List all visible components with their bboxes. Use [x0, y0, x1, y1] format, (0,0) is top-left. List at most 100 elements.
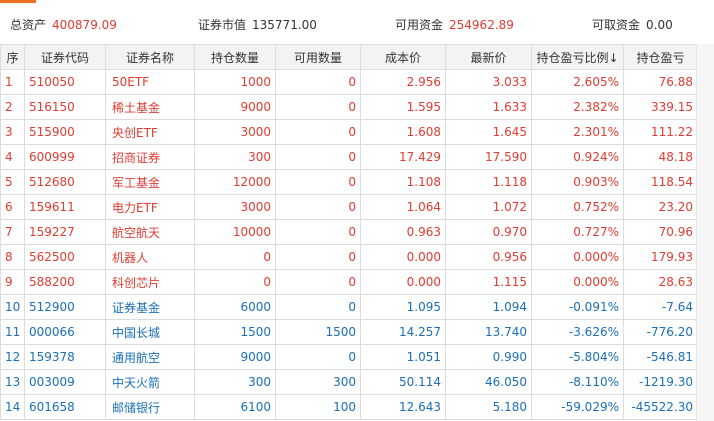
cell-pnl-ratio: 2.301%: [531, 119, 624, 145]
cell-pnl-ratio: 0.000%: [531, 244, 624, 270]
table-row[interactable]: 3 515900 央创ETF 3000 0 1.608 1.645 2.301% 111.22: [0, 119, 698, 145]
cell-index: 9: [0, 269, 25, 295]
cell-quantity: 300: [194, 144, 276, 170]
column-header-available[interactable]: 可用数量: [275, 44, 361, 70]
cell-code: 562500: [24, 244, 106, 270]
cell-quantity: 3000: [194, 194, 276, 220]
cell-pnl: -7.64: [623, 294, 698, 320]
cell-name: 证券基金: [105, 294, 195, 320]
cell-pnl-ratio: -59.029%: [531, 394, 624, 420]
column-header-quantity[interactable]: 持仓数量: [194, 44, 276, 70]
cell-available: 0: [275, 269, 361, 295]
cell-quantity: 0: [194, 244, 276, 270]
cell-quantity: 1500: [194, 319, 276, 345]
table-row[interactable]: 9 588200 科创芯片 0 0 0.000 1.115 0.000% 28.63: [0, 269, 698, 295]
cell-pnl-ratio: -5.804%: [531, 344, 624, 370]
cell-price: 17.590: [445, 144, 532, 170]
column-header-name[interactable]: 证券名称: [105, 44, 195, 70]
cell-available: 0: [275, 344, 361, 370]
cell-name: 招商证券: [105, 144, 195, 170]
cell-name: 通用航空: [105, 344, 195, 370]
cell-name: 航空航天: [105, 219, 195, 245]
cell-pnl: 70.96: [623, 219, 698, 245]
column-header-code[interactable]: 证券代码: [24, 44, 106, 70]
cell-code: 512900: [24, 294, 106, 320]
table-row[interactable]: 6 159611 电力ETF 3000 0 1.064 1.072 0.752% 23.20: [0, 194, 698, 220]
cell-cost: 1.095: [360, 294, 446, 320]
total-assets-value: 400879.09: [52, 18, 117, 32]
cell-price: 46.050: [445, 369, 532, 395]
table-row[interactable]: 5 512680 军工基金 12000 0 1.108 1.118 0.903% 118.54: [0, 169, 698, 195]
table-row[interactable]: 12 159378 通用航空 9000 0 1.051 0.990 -5.804% -546.8…: [0, 344, 698, 370]
cell-quantity: 10000: [194, 219, 276, 245]
cell-pnl: 76.88: [623, 69, 698, 95]
cell-quantity: 9000: [194, 94, 276, 120]
table-row[interactable]: 1 510050 50ETF 1000 0 2.956 3.033 2.605% 76.88: [0, 69, 698, 95]
table-row[interactable]: 10 512900 证券基金 6000 0 1.095 1.094 -0.091% -7.64: [0, 294, 698, 320]
withdrawable-value: 0.00: [646, 18, 673, 32]
column-header-pnl[interactable]: 持仓盈亏: [623, 44, 698, 70]
market-value-label: 证券市值: [198, 18, 247, 32]
cell-available: 0: [275, 194, 361, 220]
cell-pnl: 118.54: [623, 169, 698, 195]
column-header-price[interactable]: 最新价: [445, 44, 532, 70]
vertical-scrollbar[interactable]: [696, 44, 714, 421]
cell-pnl-ratio: -3.626%: [531, 319, 624, 345]
cell-pnl: 179.93: [623, 244, 698, 270]
total-assets-label: 总资产: [10, 18, 47, 32]
column-header-cost[interactable]: 成本价: [360, 44, 446, 70]
positions-table: 序 证券代码 证券名称 持仓数量 可用数量 成本价 最新价 持仓盈亏比例↓ 持仓…: [0, 44, 698, 420]
cell-name: 军工基金: [105, 169, 195, 195]
cell-index: 6: [0, 194, 25, 220]
table-row[interactable]: 4 600999 招商证券 300 0 17.429 17.590 0.924% 48.18: [0, 144, 698, 170]
table-row[interactable]: 11 000066 中国长城 1500 1500 14.257 13.740 -3.626% -…: [0, 319, 698, 345]
cell-price: 3.033: [445, 69, 532, 95]
cell-code: 159378: [24, 344, 106, 370]
cell-index: 11: [0, 319, 25, 345]
available-funds: 可用资金 254962.89: [395, 16, 514, 33]
cell-quantity: 0: [194, 269, 276, 295]
cell-index: 10: [0, 294, 25, 320]
cell-pnl-ratio: -0.091%: [531, 294, 624, 320]
cell-cost: 50.114: [360, 369, 446, 395]
table-row[interactable]: 7 159227 航空航天 10000 0 0.963 0.970 0.727% 70.96: [0, 219, 698, 245]
positions-table-container: 序 证券代码 证券名称 持仓数量 可用数量 成本价 最新价 持仓盈亏比例↓ 持仓…: [0, 44, 714, 421]
cell-available: 300: [275, 369, 361, 395]
cell-price: 1.645: [445, 119, 532, 145]
cell-price: 1.094: [445, 294, 532, 320]
table-row[interactable]: 8 562500 机器人 0 0 0.000 0.956 0.000% 179.93: [0, 244, 698, 270]
cell-code: 516150: [24, 94, 106, 120]
cell-index: 14: [0, 394, 25, 420]
cell-name: 机器人: [105, 244, 195, 270]
cell-price: 0.956: [445, 244, 532, 270]
column-header-index[interactable]: 序: [0, 44, 25, 70]
cell-index: 7: [0, 219, 25, 245]
cell-pnl: -1219.30: [623, 369, 698, 395]
cell-available: 0: [275, 169, 361, 195]
cell-pnl-ratio: 0.000%: [531, 269, 624, 295]
cell-code: 601658: [24, 394, 106, 420]
cell-cost: 12.643: [360, 394, 446, 420]
cell-pnl-ratio: 0.903%: [531, 169, 624, 195]
cell-pnl: 48.18: [623, 144, 698, 170]
cell-code: 512680: [24, 169, 106, 195]
cell-available: 0: [275, 244, 361, 270]
table-row[interactable]: 2 516150 稀土基金 9000 0 1.595 1.633 2.382% 339.15: [0, 94, 698, 120]
cell-available: 100: [275, 394, 361, 420]
cell-quantity: 9000: [194, 344, 276, 370]
table-row[interactable]: 13 003009 中天火箭 300 300 50.114 46.050 -8.110% -12…: [0, 369, 698, 395]
cell-index: 1: [0, 69, 25, 95]
cell-quantity: 6100: [194, 394, 276, 420]
cell-code: 510050: [24, 69, 106, 95]
cell-available: 0: [275, 294, 361, 320]
cell-available: 0: [275, 119, 361, 145]
cell-code: 515900: [24, 119, 106, 145]
table-header-row: 序 证券代码 证券名称 持仓数量 可用数量 成本价 最新价 持仓盈亏比例↓ 持仓…: [0, 44, 698, 70]
market-value-value: 135771.00: [252, 18, 317, 32]
table-row[interactable]: 14 601658 邮储银行 6100 100 12.643 5.180 -59.029% -4…: [0, 394, 698, 420]
cell-pnl-ratio: 0.752%: [531, 194, 624, 220]
cell-cost: 0.963: [360, 219, 446, 245]
column-header-pnl-ratio-sorted[interactable]: 持仓盈亏比例↓: [531, 44, 624, 70]
cell-cost: 1.595: [360, 94, 446, 120]
withdrawable-label: 可取资金: [592, 18, 641, 32]
